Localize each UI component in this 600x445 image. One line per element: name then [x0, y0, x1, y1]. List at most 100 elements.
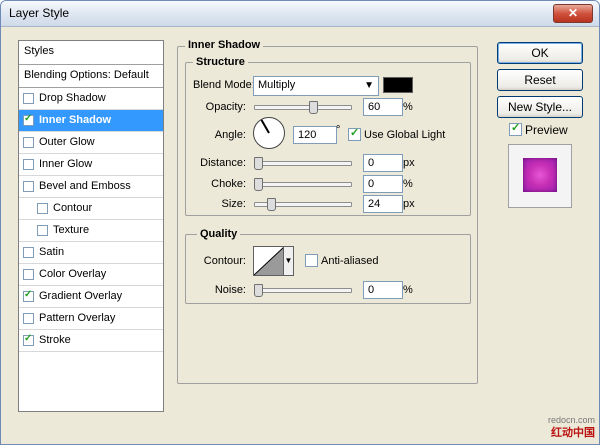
structure-title: Structure [193, 56, 248, 68]
distance-unit: px [403, 157, 415, 169]
style-item-label: Color Overlay [39, 268, 107, 280]
style-item-label: Stroke [39, 334, 71, 346]
style-item-checkbox[interactable] [23, 313, 34, 324]
blending-options-label: Blending Options: Default [24, 69, 149, 81]
close-button[interactable]: ✕ [553, 4, 593, 23]
style-item-checkbox[interactable] [37, 203, 48, 214]
size-label: Size: [221, 198, 246, 210]
size-slider-thumb[interactable] [267, 198, 276, 211]
noise-slider[interactable] [254, 284, 352, 297]
style-item-gradient-overlay[interactable]: ✓ Gradient Overlay [19, 286, 163, 308]
blending-options-item[interactable]: Blending Options: Default [19, 65, 163, 88]
style-item-label: Texture [53, 224, 90, 236]
choke-slider-thumb[interactable] [254, 178, 263, 191]
opacity-label: Opacity: [205, 101, 246, 113]
style-item-inner-shadow[interactable]: ✓ Inner Shadow [19, 110, 163, 132]
blend-mode-value: Multiply [258, 79, 296, 91]
style-item-bevel-and-emboss[interactable]: Bevel and Emboss [19, 176, 163, 198]
blend-mode-label: Blend Mode: [193, 79, 255, 91]
contour-dropdown-arrow[interactable]: ▼ [283, 246, 294, 276]
style-item-checkbox[interactable] [23, 93, 34, 104]
preview-checkbox[interactable]: ✓ [509, 122, 522, 136]
styles-list: Styles Blending Options: Default Drop Sh… [18, 40, 164, 412]
style-item-label: Pattern Overlay [39, 312, 116, 324]
use-global-light-label: Use Global Light [364, 129, 446, 141]
window-title: Layer Style [9, 6, 70, 20]
check-icon: ✓ [24, 333, 33, 344]
size-input[interactable]: 24 [363, 195, 403, 213]
style-item-checkbox[interactable]: ✓ [23, 113, 34, 126]
inner-shadow-title: Inner Shadow [185, 39, 264, 51]
reset-button[interactable]: Reset [497, 69, 583, 91]
check-icon: ✓ [24, 113, 33, 124]
style-item-contour[interactable]: Contour [19, 198, 163, 220]
style-item-stroke[interactable]: ✓ Stroke [19, 330, 163, 352]
style-item-inner-glow[interactable]: Inner Glow [19, 154, 163, 176]
opacity-slider-thumb[interactable] [309, 101, 318, 114]
shadow-color-swatch[interactable] [383, 77, 413, 93]
choke-slider[interactable] [254, 178, 352, 191]
contour-curve-icon [254, 247, 284, 275]
choke-label: Choke: [211, 178, 246, 190]
size-unit: px [403, 198, 415, 210]
angle-input[interactable]: 120 [293, 126, 337, 144]
check-icon: ✓ [511, 122, 521, 134]
dialog-body: Styles Blending Options: Default Drop Sh… [7, 32, 592, 440]
contour-label: Contour: [203, 255, 246, 267]
opacity-unit: % [403, 101, 413, 113]
style-item-color-overlay[interactable]: Color Overlay [19, 264, 163, 286]
styles-header[interactable]: Styles [19, 41, 163, 65]
watermark-brand: 红动中国 [551, 427, 595, 439]
style-item-checkbox[interactable] [23, 269, 34, 280]
choke-unit: % [403, 178, 413, 190]
style-item-label: Satin [39, 246, 65, 258]
use-global-light-checkbox[interactable]: ✓ [348, 127, 361, 141]
angle-dial[interactable] [253, 117, 285, 149]
distance-slider[interactable] [254, 157, 352, 170]
style-item-checkbox[interactable]: ✓ [23, 289, 34, 302]
style-items: Drop Shadow ✓ Inner Shadow Outer Glow Inner … [19, 88, 163, 352]
distance-slider-thumb[interactable] [254, 157, 263, 170]
anti-aliased-checkbox[interactable] [305, 254, 318, 267]
distance-input[interactable]: 0 [363, 154, 403, 172]
style-item-drop-shadow[interactable]: Drop Shadow [19, 88, 163, 110]
size-slider[interactable] [254, 198, 352, 211]
anti-aliased-label: Anti-aliased [321, 255, 379, 267]
style-item-label: Outer Glow [39, 136, 95, 148]
style-item-label: Bevel and Emboss [39, 180, 131, 192]
style-item-label: Inner Glow [39, 158, 93, 170]
style-item-satin[interactable]: Satin [19, 242, 163, 264]
style-item-label: Inner Shadow [39, 114, 112, 126]
contour-picker[interactable] [253, 246, 285, 276]
choke-input[interactable]: 0 [363, 175, 403, 193]
noise-label: Noise: [214, 284, 246, 296]
style-item-checkbox[interactable]: ✓ [23, 333, 34, 346]
opacity-slider[interactable] [254, 101, 352, 114]
preview-thumbnail [508, 144, 572, 208]
preview-swatch [523, 158, 557, 192]
style-item-checkbox[interactable] [37, 225, 48, 236]
styles-header-label: Styles [24, 45, 54, 57]
noise-unit: % [403, 284, 413, 296]
preview-label: Preview [525, 123, 568, 137]
style-item-checkbox[interactable] [23, 159, 34, 170]
chevron-down-icon: ▼ [364, 80, 374, 91]
title-bar: Layer Style ✕ [1, 1, 599, 27]
style-item-outer-glow[interactable]: Outer Glow [19, 132, 163, 154]
angle-unit: ° [336, 124, 341, 136]
angle-label: Angle: [214, 129, 246, 141]
style-item-checkbox[interactable] [23, 137, 34, 148]
quality-title: Quality [197, 228, 241, 240]
opacity-input[interactable]: 60 [363, 98, 403, 116]
style-item-checkbox[interactable] [23, 247, 34, 258]
noise-input[interactable]: 0 [363, 281, 403, 299]
new-style-button[interactable]: New Style... [497, 96, 583, 118]
angle-dial-needle [260, 119, 270, 134]
style-item-texture[interactable]: Texture [19, 220, 163, 242]
blend-mode-select[interactable]: Multiply ▼ [253, 76, 379, 96]
layer-style-dialog: Layer Style ✕ Styles Blending Options: D… [0, 0, 600, 445]
ok-button[interactable]: OK [497, 42, 583, 64]
style-item-pattern-overlay[interactable]: Pattern Overlay [19, 308, 163, 330]
style-item-checkbox[interactable] [23, 181, 34, 192]
noise-slider-thumb[interactable] [254, 284, 263, 297]
